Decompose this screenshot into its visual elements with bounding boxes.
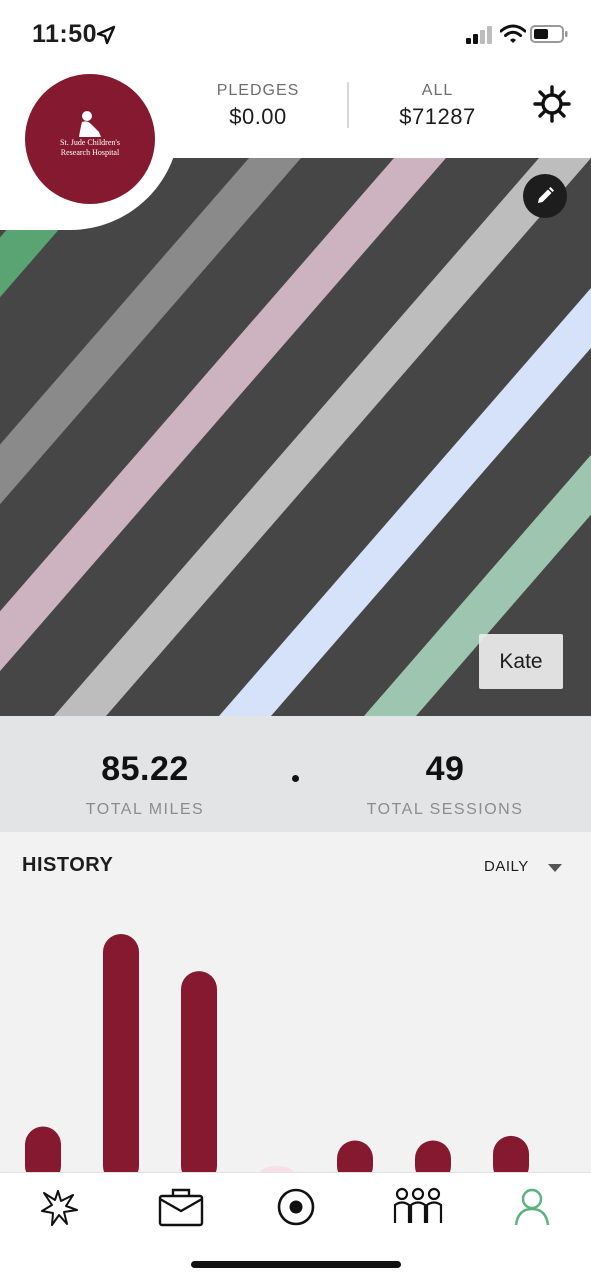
stripes-graphic xyxy=(0,158,591,716)
status-bar: 11:50 xyxy=(0,0,591,70)
burst-icon xyxy=(41,1190,78,1226)
history-bar[interactable] xyxy=(337,1140,373,1174)
charity-logo[interactable]: St. Jude Children's Research Hospital xyxy=(25,74,155,204)
cellular-signal-icon xyxy=(466,26,492,44)
edit-button[interactable] xyxy=(523,174,567,218)
logo-line-2: Research Hospital xyxy=(60,148,120,157)
stripe-blue xyxy=(219,288,591,716)
wifi-icon xyxy=(500,24,526,43)
tab-profile[interactable] xyxy=(504,1185,560,1235)
total-sessions-label: TOTAL SESSIONS xyxy=(366,801,524,818)
history-filter[interactable]: DAILY xyxy=(484,858,529,875)
battery-icon xyxy=(530,25,568,43)
home-indicator[interactable] xyxy=(191,1261,401,1268)
history-bar[interactable] xyxy=(415,1140,451,1174)
location-arrow-icon xyxy=(96,25,116,45)
pledges-value: $0.00 xyxy=(229,104,287,129)
briefcase-icon xyxy=(158,1188,204,1227)
profile-icon xyxy=(514,1188,550,1226)
child-figure-icon xyxy=(79,111,101,137)
totals-separator xyxy=(292,775,299,782)
total-sessions-value: 49 xyxy=(425,750,465,788)
total-miles-stat: 85.22 TOTAL MILES xyxy=(60,750,230,819)
totals-panel: 85.22 TOTAL MILES 49 TOTAL SESSIONS xyxy=(0,716,591,832)
history-bar[interactable] xyxy=(103,934,139,1174)
record-icon xyxy=(277,1188,315,1226)
team-icon xyxy=(393,1187,443,1223)
tab-briefcase[interactable] xyxy=(150,1185,206,1235)
total-sessions-stat: 49 TOTAL SESSIONS xyxy=(355,750,535,819)
history-title: HISTORY xyxy=(22,854,114,876)
chevron-down-icon[interactable] xyxy=(548,864,562,872)
history-bar[interactable] xyxy=(493,1135,529,1174)
history-panel: HISTORY DAILY xyxy=(0,832,591,1174)
all-label: ALL xyxy=(421,82,454,99)
total-miles-value: 85.22 xyxy=(101,750,189,788)
history-chart xyxy=(25,934,529,1174)
hero-artwork xyxy=(0,158,591,716)
all-stat[interactable]: ALL $71287 xyxy=(375,82,500,130)
header-divider xyxy=(347,82,349,128)
status-time: 11:50 xyxy=(32,20,98,48)
history-bar[interactable] xyxy=(25,1126,61,1174)
total-miles-label: TOTAL MILES xyxy=(85,801,205,818)
tab-burst[interactable] xyxy=(32,1185,88,1235)
all-value: $71287 xyxy=(399,104,476,129)
tab-record[interactable] xyxy=(268,1185,324,1235)
tab-team[interactable] xyxy=(384,1185,443,1235)
logo-line-1: St. Jude Children's xyxy=(60,138,120,147)
tab-bar xyxy=(0,1172,591,1280)
pledges-stat[interactable]: PLEDGES $0.00 xyxy=(198,82,318,130)
gear-icon[interactable] xyxy=(532,84,572,124)
name-tag[interactable]: Kate xyxy=(479,634,563,689)
history-bar[interactable] xyxy=(181,971,217,1174)
pencil-icon xyxy=(538,187,554,203)
pledges-label: PLEDGES xyxy=(216,82,300,99)
logo-text: St. Jude Children's Research Hospital xyxy=(25,138,155,158)
